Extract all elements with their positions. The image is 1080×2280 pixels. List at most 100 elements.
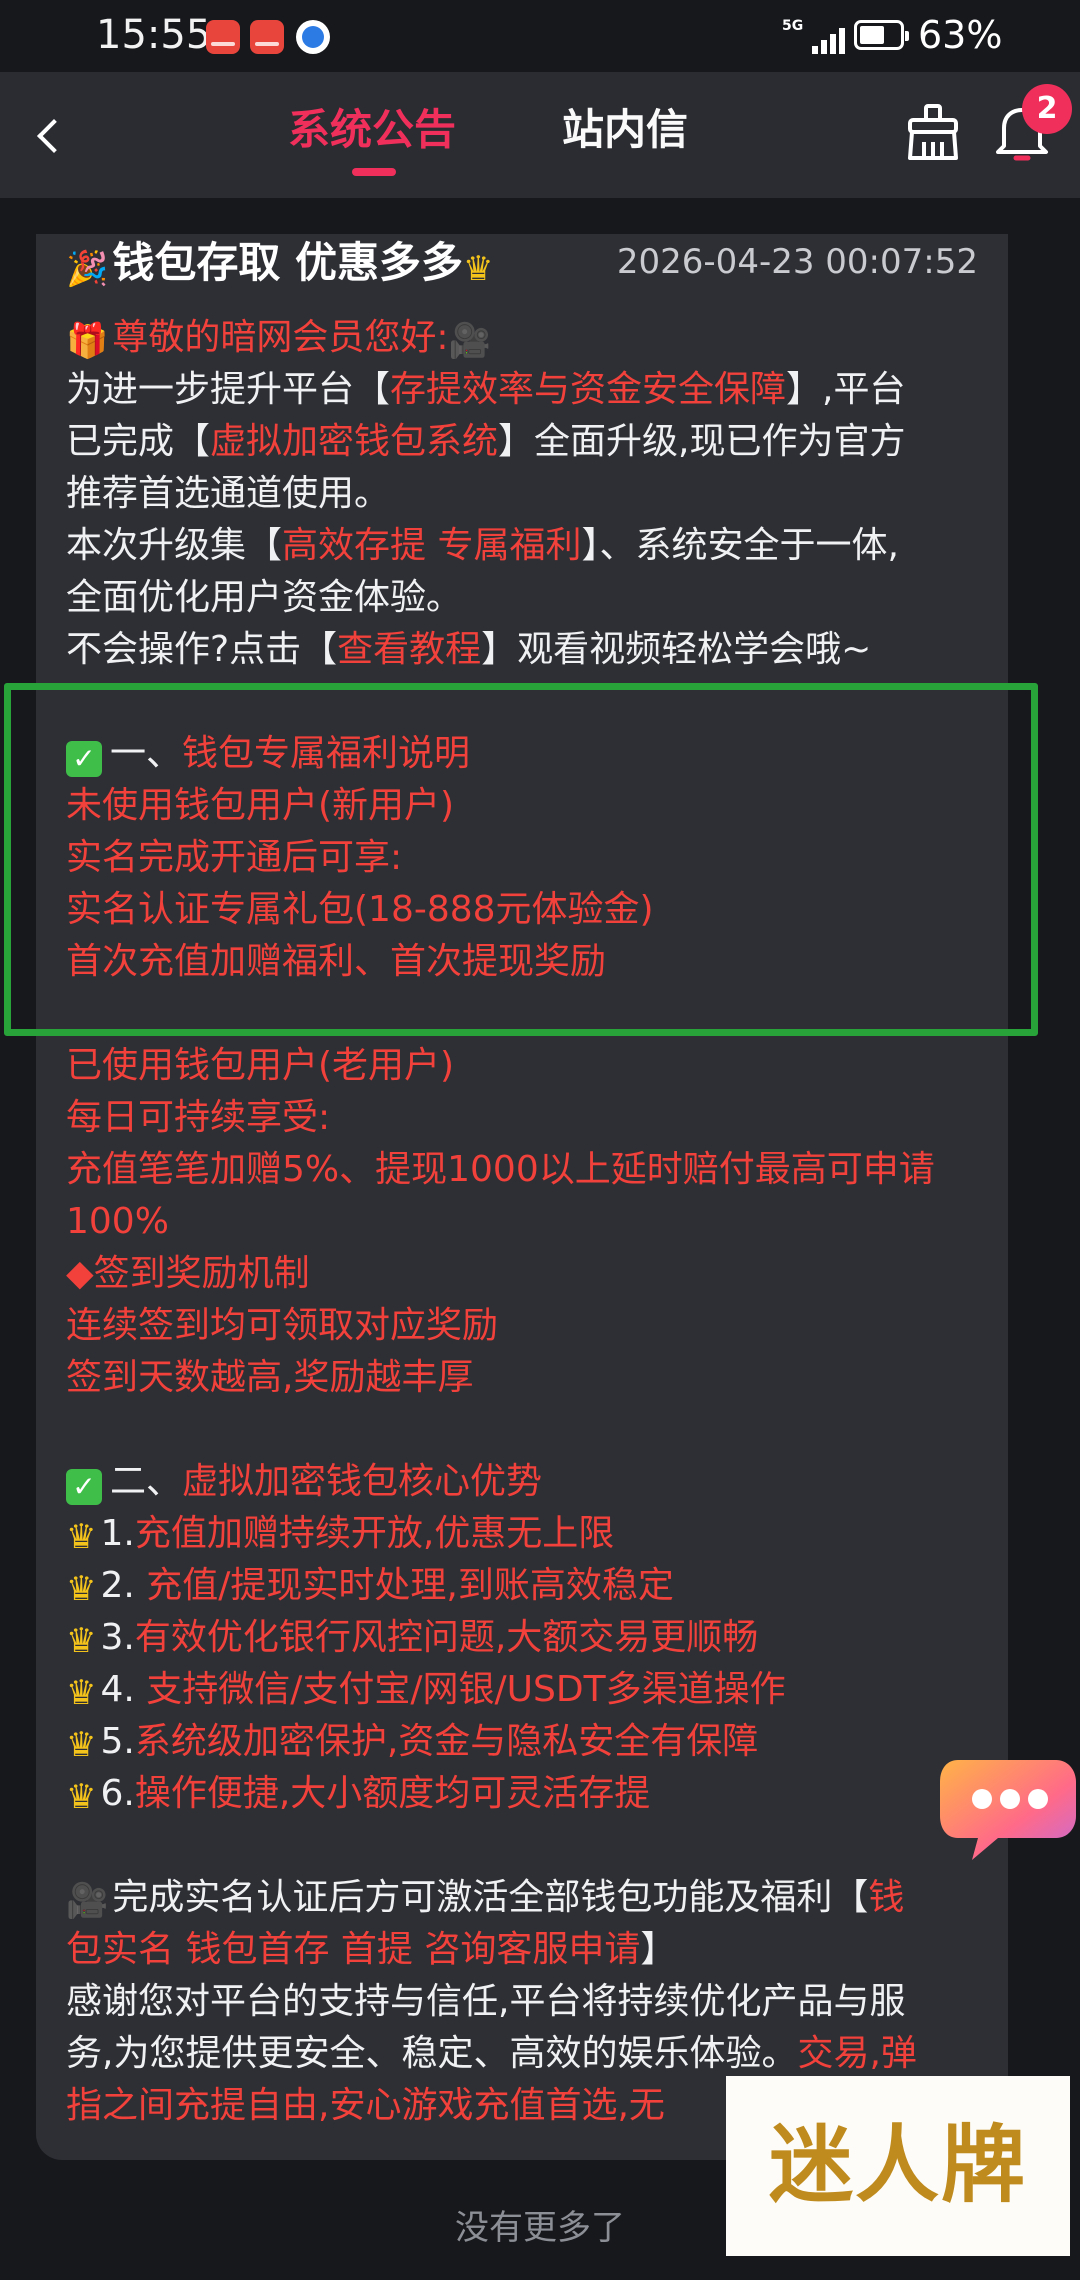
notice-highlight-text: 支持微信/支付宝/网银/USDT多渠道操作: [134, 1669, 786, 1710]
browser-app-icon: [296, 20, 330, 54]
notice-text: 4.: [100, 1669, 135, 1710]
notice-highlight-text: 查看教程: [337, 629, 482, 670]
battery-percent: 63%: [918, 13, 1003, 57]
notice-line: ♛ 6.操作便捷,大小额度均可灵活存提: [66, 1768, 996, 1820]
tab-system-notice[interactable]: 系统公告: [288, 100, 456, 160]
notice-line: 100%: [66, 1196, 996, 1248]
notice-line: 实名认证专属礼包(18-888元体验金): [66, 884, 996, 936]
network-type-label: 5G: [782, 18, 804, 34]
party-popper-icon: 🎉: [66, 249, 109, 289]
notice-line: 签到天数越高,奖励越丰厚: [66, 1352, 996, 1404]
notice-highlight-text: 100%: [66, 1201, 169, 1242]
clear-messages-button[interactable]: [900, 100, 966, 166]
notice-highlight-text: 充值加赠持续开放,优惠无上限: [134, 1513, 615, 1554]
notice-line: 首次充值加赠福利、首次提现奖励: [66, 936, 996, 988]
no-more-footer: 没有更多了: [455, 2208, 625, 2248]
notice-line: ♛ 5.系统级加密保护,资金与隐私安全有保障: [66, 1716, 996, 1768]
notice-line: ♛ 2. 充值/提现实时处理,到账高效稳定: [66, 1560, 996, 1612]
notice-text: 1.: [100, 1513, 135, 1554]
notice-line: 已完成【虚拟加密钱包系统】全面升级,现已作为官方: [66, 416, 996, 468]
notice-line: 不会操作?点击【查看教程】观看视频轻松学会哦~: [66, 624, 996, 676]
notice-text: 】观看视频轻松学会哦~: [481, 629, 872, 670]
check-mark-icon: ✓: [66, 741, 102, 777]
notice-line: 充值笔笔加赠5%、提现1000以上延时赔付最高可申请: [66, 1144, 996, 1196]
notice-highlight-text: 指之间充提自由,安心游戏充值首选,无: [66, 2085, 665, 2126]
notice-text: 一、: [110, 733, 183, 774]
notice-highlight-text: 首次充值加赠福利、首次提现奖励: [66, 941, 607, 982]
notice-highlight-text: 充值笔笔加赠5%、提现1000以上延时赔付最高可申请: [66, 1149, 935, 1190]
notice-line: ◆签到奖励机制: [66, 1248, 996, 1300]
floating-chat-button[interactable]: [938, 1752, 1078, 1868]
notice-text: 为进一步提升平台【: [66, 369, 391, 410]
notice-text: 感谢您对平台的支持与信任,平台将持续优化产品与服: [66, 1981, 906, 2022]
notice-line: 本次升级集【高效存提 专属福利】、系统安全于一体,: [66, 520, 996, 572]
crown-icon: ♛: [66, 1725, 97, 1765]
notice-text: 3.: [100, 1617, 135, 1658]
notice-highlight-text: 尊敬的暗网会员您好:: [112, 317, 449, 358]
notice-title: 🎉钱包存取 优惠多多♛: [66, 234, 497, 298]
notice-text: 2.: [100, 1565, 135, 1606]
notice-line: 每日可持续享受:: [66, 1092, 996, 1144]
notice-line: ♛ 3.有效优化银行风控问题,大额交易更顺畅: [66, 1612, 996, 1664]
notice-line: ✓ 一、钱包专属福利说明: [66, 728, 996, 780]
notice-text: 5.: [100, 1721, 135, 1762]
notice-highlight-text: 系统级加密保护,资金与隐私安全有保障: [134, 1721, 759, 1762]
notice-highlight-text: 虚拟加密钱包系统: [210, 421, 499, 462]
notice-line: 推荐首选通道使用。: [66, 468, 996, 520]
huawei-app-icon: [250, 20, 284, 54]
notice-highlight-text: 签到天数越高,奖励越丰厚: [66, 1357, 474, 1398]
tab-inbox[interactable]: 站内信: [562, 100, 688, 160]
notice-highlight-text: 钱包专属福利说明: [182, 733, 471, 774]
notice-line: ♛ 4. 支持微信/支付宝/网银/USDT多渠道操作: [66, 1664, 996, 1716]
notice-highlight-text: 钱: [868, 1877, 905, 1918]
notice-text: 6.: [100, 1773, 135, 1814]
notice-line: 连续签到均可领取对应奖励: [66, 1300, 996, 1352]
battery-level-fill: [860, 26, 884, 44]
notice-highlight-text: 存提效率与资金安全保障: [390, 369, 787, 410]
back-button[interactable]: [22, 102, 78, 168]
crown-icon: ♛: [66, 1621, 97, 1661]
battery-icon: [854, 20, 909, 50]
check-mark-icon: ✓: [66, 1469, 102, 1505]
broom-icon: [908, 104, 958, 160]
notice-text: 全面优化用户资金体验。: [66, 577, 463, 618]
top-nav-bar: 系统公告 站内信 2: [0, 72, 1080, 198]
notice-highlight-text: 未使用钱包用户(新用户): [66, 785, 455, 826]
film-camera-icon: 🎥: [66, 1881, 109, 1921]
status-bar: 15:55 5G 63%: [0, 0, 1080, 72]
notice-highlight-text: 虚拟加密钱包核心优势: [182, 1461, 543, 1502]
notice-line: [66, 676, 996, 728]
notice-highlight-text: ◆签到奖励机制: [66, 1253, 310, 1294]
notice-line: 未使用钱包用户(新用户): [66, 780, 996, 832]
notice-line: [66, 1404, 996, 1456]
notice-highlight-text: 已使用钱包用户(老用户): [66, 1045, 455, 1086]
notice-line: 🎁 尊敬的暗网会员您好:🎥: [66, 312, 996, 364]
notice-text: 二、: [110, 1461, 183, 1502]
signal-icon: 5G: [782, 18, 862, 58]
notice-text: 不会操作?点击【: [66, 629, 338, 670]
notice-highlight-text: 交易,弹: [797, 2033, 917, 2074]
notice-highlight-text: 高效存提 专属福利: [282, 525, 582, 566]
crown-icon: ♛: [66, 1517, 97, 1557]
film-camera-icon: 🎥: [448, 321, 491, 361]
notification-badge: 2: [1022, 84, 1072, 134]
notice-title-text: 钱包存取 优惠多多: [112, 238, 463, 287]
crown-icon: ♛: [66, 1673, 97, 1713]
notice-line: ✓ 二、虚拟加密钱包核心优势: [66, 1456, 996, 1508]
notice-text: 】: [640, 1929, 677, 1970]
notice-text: 】,平台: [786, 369, 906, 410]
notice-highlight-text: 实名完成开通后可享:: [66, 837, 403, 878]
notice-highlight-text: 实名认证专属礼包(18-888元体验金): [66, 889, 654, 930]
notice-highlight-text: 有效优化银行风控问题,大额交易更顺畅: [134, 1617, 759, 1658]
notice-text: 本次升级集【: [66, 525, 283, 566]
notice-highlight-text: 连续签到均可领取对应奖励: [66, 1305, 499, 1346]
crown-icon: ♛: [66, 1569, 97, 1609]
crown-icon: ♛: [66, 1777, 97, 1817]
notice-body: 🎁 尊敬的暗网会员您好:🎥 为进一步提升平台【存提效率与资金安全保障】,平台 已完成【…: [66, 312, 996, 2132]
notice-line: 🎥 完成实名认证后方可激活全部钱包功能及福利【钱: [66, 1872, 996, 1924]
gift-icon: 🎁: [66, 321, 109, 361]
crown-icon: ♛: [462, 249, 494, 289]
status-time: 15:55: [96, 12, 212, 58]
notice-text: 】、系统安全于一体,: [581, 525, 899, 566]
notice-line: 实名完成开通后可享:: [66, 832, 996, 884]
